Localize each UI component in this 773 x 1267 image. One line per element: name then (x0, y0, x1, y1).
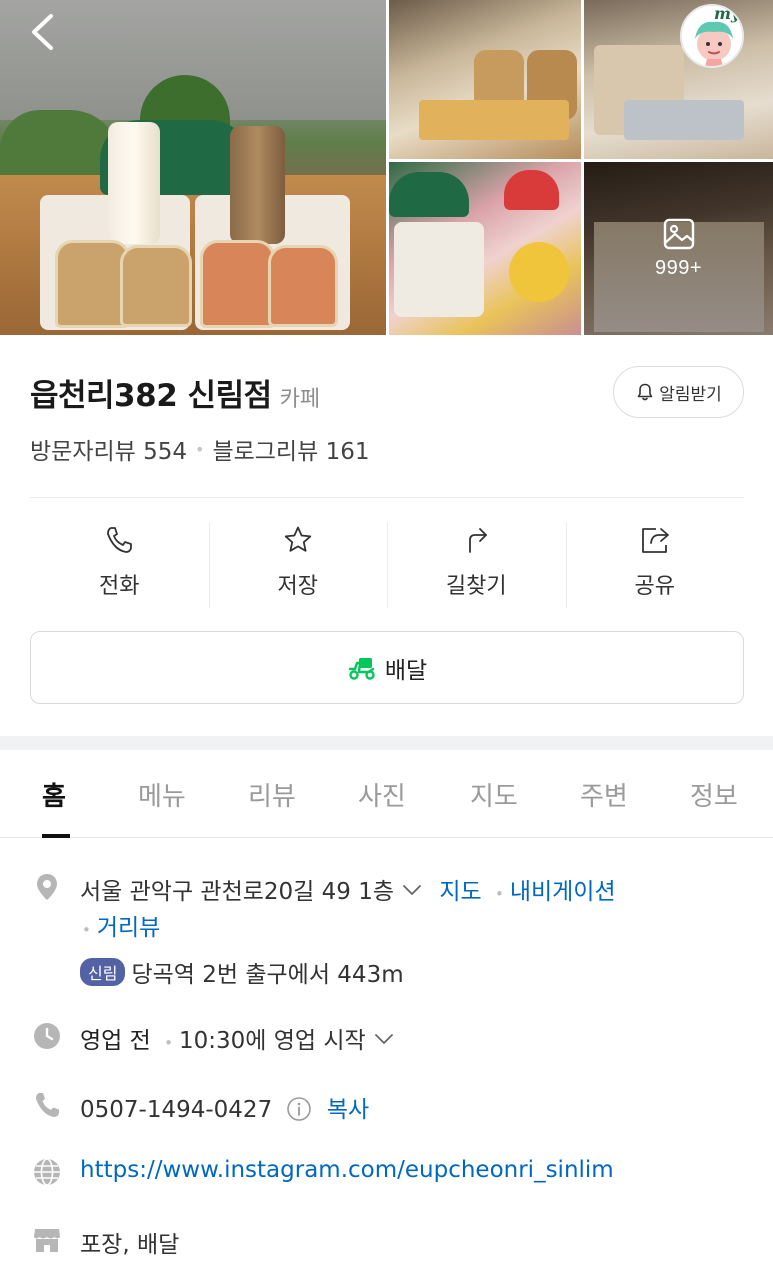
my-label: my (714, 4, 741, 23)
business-hours: 10:30에 영업 시작 (178, 1028, 366, 1054)
phone-row: 0507-1494-0427 복사 (80, 1090, 369, 1124)
place-name: 읍천리382 신림점 (30, 378, 272, 414)
tab-menu[interactable]: 메뉴 (138, 776, 186, 813)
more-photos-count: 999+ (654, 257, 703, 279)
info-circle-icon[interactable] (286, 1096, 312, 1122)
separator-dot: • (82, 921, 91, 939)
map-link[interactable]: 지도 (439, 879, 481, 905)
service-row: 포장, 배달 (80, 1225, 179, 1259)
call-button[interactable]: 전화 (30, 520, 209, 608)
more-photos-overlay[interactable]: 999+ (584, 162, 773, 335)
alert-button-label: 알림받기 (659, 384, 722, 405)
photo-top-middle[interactable] (389, 0, 581, 159)
my-profile-button[interactable]: my (680, 4, 744, 68)
separator-dot: • (494, 885, 504, 903)
tab-review[interactable]: 리뷰 (248, 776, 296, 813)
cap-shape (504, 170, 559, 210)
tab-bar: 홈 메뉴 리뷰 사진 지도 주변 정보 (0, 750, 773, 838)
navigation-link[interactable]: 내비게이션 (510, 879, 616, 905)
website-row: https://www.instagram.com/eupcheonri_sin… (80, 1157, 614, 1183)
directions-label: 길찾기 (445, 574, 507, 599)
phone-number[interactable]: 0507-1494-0427 (80, 1097, 272, 1123)
directions-icon (469, 528, 488, 553)
place-category: 카페 (279, 387, 321, 412)
tab-nearby[interactable]: 주변 (580, 776, 628, 813)
divider (30, 497, 744, 498)
visitor-review-link[interactable]: 방문자리뷰 554 (30, 432, 187, 466)
share-label: 공유 (634, 574, 675, 599)
share-button[interactable]: 공유 (565, 520, 745, 608)
tab-map[interactable]: 지도 (470, 776, 518, 813)
separator-dot: • (195, 439, 205, 459)
chevron-down-icon[interactable] (402, 883, 422, 897)
cans-shape (624, 100, 744, 140)
website-link[interactable]: https://www.instagram.com/eupcheonri_sin… (80, 1157, 614, 1183)
chevron-left-icon (32, 14, 53, 50)
subway-distance: 당곡역 2번 출구에서 443m (131, 962, 404, 988)
chevron-down-icon[interactable] (374, 1032, 394, 1046)
review-counts: 방문자리뷰 554 • 블로그리뷰 161 (30, 432, 369, 466)
sandwich-shape (268, 245, 338, 327)
can-shape (108, 122, 160, 244)
share-icon (641, 528, 669, 553)
store-icon (34, 1229, 60, 1252)
street-view-link[interactable]: 거리뷰 (97, 915, 160, 941)
bag-shape (394, 222, 484, 317)
sandwich-shape (120, 245, 192, 327)
place-title-row: 읍천리382 신림점 카페 (30, 370, 320, 415)
tray-shape (419, 100, 569, 140)
tab-home[interactable]: 홈 (42, 776, 66, 813)
alert-button[interactable]: 알림받기 (613, 366, 744, 418)
section-gap (0, 736, 773, 750)
photo-gallery: 999+ my (0, 0, 773, 335)
save-label: 저장 (277, 574, 318, 599)
action-bar: 전화 저장 길찾기 공유 (30, 520, 744, 608)
copy-link[interactable]: 복사 (327, 1097, 369, 1123)
street-view-row: • 거리뷰 (76, 908, 160, 942)
subway-row: 신림 당곡역 2번 출구에서 443m (80, 955, 404, 989)
bell-icon (637, 383, 653, 401)
clock-icon (34, 1023, 60, 1049)
can-shape (230, 126, 285, 244)
sandwich-shape (55, 240, 130, 328)
directions-button[interactable]: 길찾기 (387, 520, 566, 608)
call-label: 전화 (99, 574, 140, 599)
star-icon (284, 526, 311, 552)
hours-row[interactable]: 영업 전 • 10:30에 영업 시작 (80, 1021, 394, 1055)
phone-icon (107, 527, 133, 553)
save-button[interactable]: 저장 (208, 520, 388, 608)
service-options: 포장, 배달 (80, 1232, 180, 1258)
globe-icon (34, 1158, 60, 1186)
cap-shape (389, 172, 469, 217)
address-text[interactable]: 서울 관악구 관천로20길 49 1층 (80, 879, 394, 905)
separator-dot: • (164, 1034, 173, 1052)
photo-top-right[interactable] (584, 0, 773, 159)
location-pin-icon (37, 874, 57, 900)
phone-icon (36, 1093, 59, 1117)
delivery-label: 배달 (384, 657, 428, 684)
flowers-shape (509, 242, 569, 302)
delivery-scooter-icon (348, 657, 375, 680)
tab-info[interactable]: 정보 (690, 776, 738, 813)
subway-line-badge: 신림 (80, 958, 126, 986)
image-icon (663, 218, 694, 250)
tab-photo[interactable]: 사진 (358, 776, 406, 813)
back-button[interactable] (26, 10, 66, 54)
business-status: 영업 전 (80, 1028, 151, 1054)
delivery-button[interactable]: 배달 (30, 631, 744, 704)
active-tab-indicator (42, 834, 70, 838)
sandwich-shape (200, 240, 275, 328)
address-row: 서울 관악구 관천로20길 49 1층 지도 • 내비게이션 (80, 872, 616, 906)
blog-review-link[interactable]: 블로그리뷰 161 (212, 432, 369, 466)
photo-bottom-middle[interactable] (389, 162, 581, 335)
